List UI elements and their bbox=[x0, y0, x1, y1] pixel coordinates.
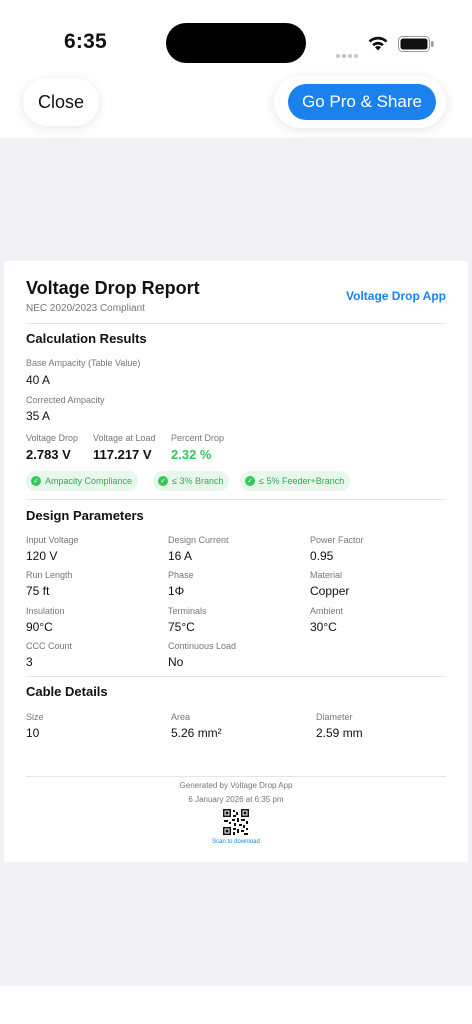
continuous-load-label: Continuous Load bbox=[168, 640, 237, 651]
ccc-count-value: 3 bbox=[26, 654, 33, 669]
feeder-branch-compliance-badge: ✓ ≤ 5% Feeder+Branch bbox=[240, 471, 351, 491]
material-label: Material bbox=[310, 570, 343, 581]
design-current-label: Design Current bbox=[168, 535, 229, 545]
ambient-label: Ambient bbox=[310, 605, 344, 616]
input-voltage-label: Input Voltage bbox=[26, 535, 79, 545]
badge-label: Ampacity Compliance bbox=[45, 476, 133, 486]
status-bar: 6:35 bbox=[0, 0, 472, 72]
design-parameters-heading: Design Parameters bbox=[26, 508, 144, 523]
content-area: Voltage Drop Report NEC 2020/2023 Compli… bbox=[0, 138, 472, 986]
check-icon: ✓ bbox=[31, 476, 41, 486]
cable-size-label: Size bbox=[26, 712, 44, 722]
corrected-ampacity-value: 35 A bbox=[26, 409, 51, 423]
material-value: Copper bbox=[310, 584, 350, 599]
close-button[interactable]: Close bbox=[23, 78, 99, 126]
report-title: Voltage Drop Report bbox=[26, 278, 200, 298]
continuous-load-value: No bbox=[168, 654, 184, 669]
power-factor-value: 0.95 bbox=[310, 549, 334, 563]
dynamic-island bbox=[166, 23, 306, 63]
terminals-value: 75°C bbox=[168, 619, 195, 634]
power-factor-label: Power Factor bbox=[310, 535, 364, 545]
percent-drop-value: 2.32 % bbox=[171, 447, 212, 462]
generated-by-text: Generated by Voltage Drop App bbox=[179, 781, 293, 790]
run-length-label: Run Length bbox=[26, 570, 73, 581]
voltage-drop-label: Voltage Drop bbox=[26, 433, 79, 443]
navigation-bar: Close Go Pro & Share bbox=[0, 72, 472, 138]
base-ampacity-value: 40 A bbox=[26, 373, 51, 387]
base-ampacity-label: Base Ampacity (Table Value) bbox=[26, 358, 141, 368]
report-subtitle: NEC 2020/2023 Compliant bbox=[26, 303, 145, 314]
cable-diameter-value: 2.59 mm bbox=[316, 726, 363, 740]
scan-to-download-text: Scan to download bbox=[212, 839, 260, 845]
badge-label: ≤ 3% Branch bbox=[172, 476, 224, 486]
percent-drop-label: Percent Drop bbox=[171, 433, 225, 443]
voltage-drop-value: 2.783 V bbox=[26, 447, 71, 462]
terminals-label: Terminals bbox=[168, 605, 207, 616]
phase-value: 1Φ bbox=[168, 584, 185, 599]
check-icon: ✓ bbox=[245, 476, 255, 486]
ccc-count-label: CCC Count bbox=[26, 640, 73, 651]
cable-area-label: Area bbox=[171, 712, 191, 722]
design-current-value: 16 A bbox=[168, 549, 193, 563]
insulation-value: 90°C bbox=[26, 619, 53, 634]
cable-details-heading: Cable Details bbox=[26, 684, 108, 699]
qr-code-icon bbox=[222, 808, 250, 836]
divider bbox=[26, 676, 446, 677]
input-voltage-value: 120 V bbox=[26, 549, 58, 563]
cable-size-value: 10 bbox=[26, 726, 40, 740]
phase-label: Phase bbox=[168, 570, 194, 581]
go-pro-share-button[interactable]: Go Pro & Share bbox=[288, 84, 436, 120]
badge-label: ≤ 5% Feeder+Branch bbox=[259, 476, 345, 486]
check-icon: ✓ bbox=[158, 476, 168, 486]
ampacity-compliance-badge: ✓ Ampacity Compliance bbox=[26, 471, 139, 491]
cable-diameter-label: Diameter bbox=[316, 712, 353, 722]
battery-icon bbox=[398, 36, 434, 52]
voltage-at-load-value: 117.217 V bbox=[93, 447, 152, 462]
wifi-icon bbox=[368, 36, 388, 51]
calculation-results-heading: Calculation Results bbox=[26, 331, 147, 346]
insulation-label: Insulation bbox=[26, 605, 65, 616]
divider bbox=[26, 499, 446, 500]
branch-compliance-badge: ✓ ≤ 3% Branch bbox=[153, 471, 230, 491]
divider bbox=[26, 323, 446, 324]
generated-date-text: 6 January 2026 at 6:35 pm bbox=[188, 795, 284, 804]
cellular-signal-icon bbox=[336, 45, 362, 58]
corrected-ampacity-label: Corrected Ampacity bbox=[26, 395, 105, 405]
run-length-value: 75 ft bbox=[26, 584, 50, 599]
voltage-at-load-label: Voltage at Load bbox=[93, 433, 156, 443]
status-time: 6:35 bbox=[64, 30, 107, 53]
divider bbox=[26, 776, 446, 777]
ambient-value: 30°C bbox=[310, 619, 337, 634]
cable-area-value: 5.26 mm² bbox=[171, 726, 222, 740]
report-card: Voltage Drop Report NEC 2020/2023 Compli… bbox=[4, 261, 468, 862]
home-indicator-area bbox=[0, 986, 472, 1024]
report-app-name: Voltage Drop App bbox=[346, 289, 446, 303]
pro-button-container: Go Pro & Share bbox=[274, 76, 446, 128]
